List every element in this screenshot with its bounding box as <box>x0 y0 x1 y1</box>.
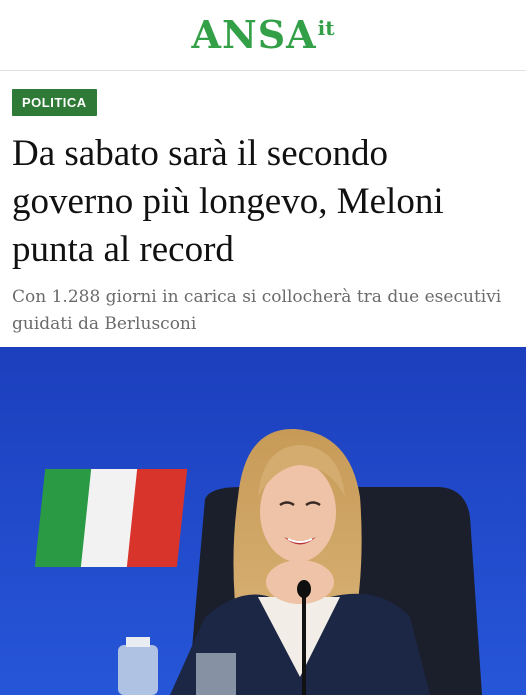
article-subtitle: Con 1.288 giorni in carica si collocherà… <box>12 287 502 334</box>
article-title: Da sabato sarà il secondo governo più lo… <box>12 133 444 270</box>
logo-suffix: it <box>317 16 335 40</box>
ansa-logo[interactable]: ANSA it <box>192 16 335 54</box>
category-badge[interactable]: POLITICA <box>12 89 97 116</box>
article-photo <box>0 347 526 695</box>
italian-flag <box>34 469 188 567</box>
article: POLITICA Da sabato sarà il secondo gover… <box>0 71 526 338</box>
logo-text: ANSA <box>191 12 317 57</box>
site-header: ANSA it <box>0 0 526 71</box>
